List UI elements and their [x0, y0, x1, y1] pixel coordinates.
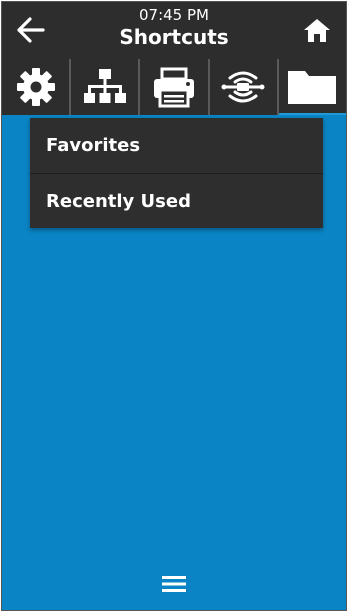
- shortcuts-menu: Favorites Recently Used: [30, 118, 323, 228]
- menu-item-label: Favorites: [46, 135, 141, 156]
- menu-item-label: Recently Used: [46, 190, 191, 212]
- tab-storage[interactable]: [278, 59, 346, 115]
- page-title: Shortcuts: [119, 25, 229, 49]
- rfid-icon: [221, 71, 265, 103]
- title-bar: 07:45 PM Shortcuts: [2, 2, 346, 59]
- tab-bar: [2, 59, 346, 115]
- menu-item-recently-used[interactable]: Recently Used: [30, 173, 323, 228]
- main-menu-button[interactable]: [158, 570, 190, 598]
- title-block: 07:45 PM Shortcuts: [62, 6, 286, 50]
- clock: 07:45 PM: [139, 6, 209, 24]
- tab-settings[interactable]: [2, 59, 72, 115]
- menu-item-favorites[interactable]: Favorites: [30, 118, 323, 173]
- back-button[interactable]: [8, 8, 54, 52]
- gear-icon: [16, 68, 55, 106]
- tab-rfid[interactable]: [210, 59, 279, 115]
- folder-icon: [288, 71, 337, 104]
- hamburger-menu-icon: [162, 576, 186, 592]
- printer-icon: [154, 67, 194, 108]
- network-icon: [83, 69, 126, 103]
- arrow-left-icon: [17, 17, 45, 43]
- printer-display: 07:45 PM Shortcuts Favorites Recently Us…: [1, 1, 347, 611]
- tab-print[interactable]: [140, 59, 210, 115]
- tab-network[interactable]: [71, 59, 141, 115]
- home-button[interactable]: [294, 8, 340, 52]
- home-icon: [304, 19, 330, 42]
